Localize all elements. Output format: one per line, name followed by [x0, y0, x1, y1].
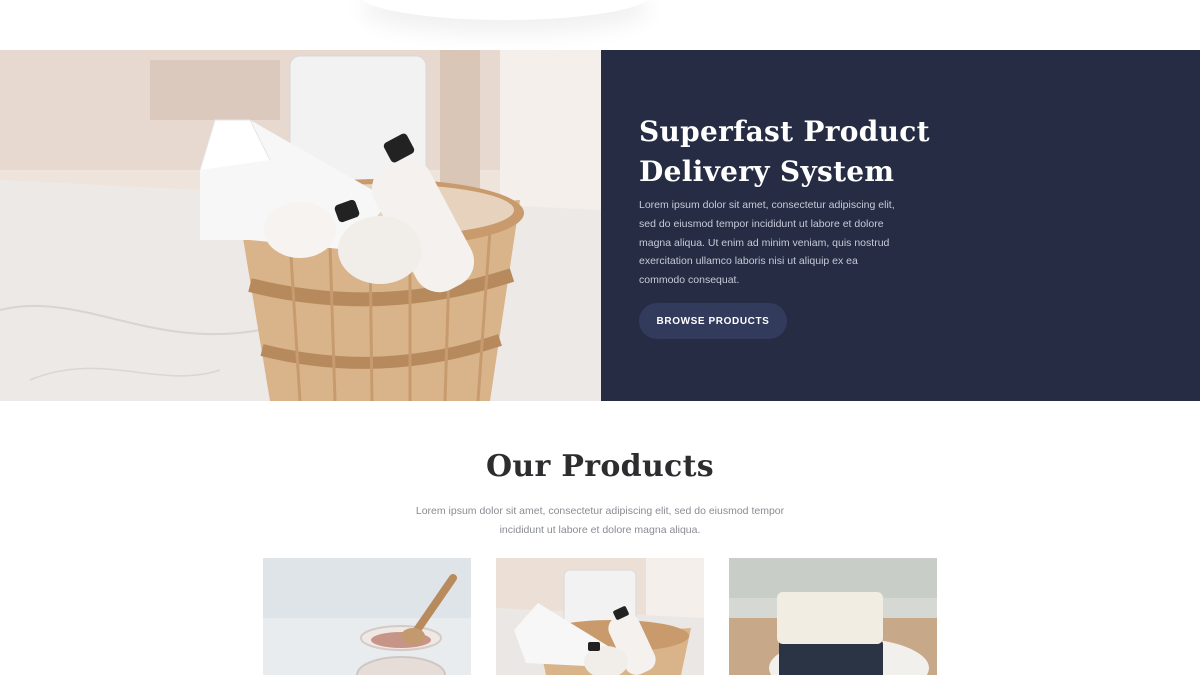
hero-description-line: commodo consequat. — [639, 274, 740, 287]
hero-description-line: Lorem ipsum dolor sit amet, consectetur … — [639, 199, 895, 211]
products-description: Lorem ipsum dolor sit amet, consectetur … — [395, 502, 805, 540]
hero-title: Superfast Product Delivery System — [639, 112, 1059, 192]
hero-section: Superfast Product Delivery System Lorem … — [0, 50, 1200, 401]
hero-title-line: Superfast Product — [639, 115, 930, 148]
hero-description: Lorem ipsum dolor sit amet, consectetur … — [639, 196, 929, 290]
hero-panel: Superfast Product Delivery System Lorem … — [601, 50, 1200, 401]
hero-image — [0, 50, 601, 401]
products-description-line: incididunt ut labore et dolore magna ali… — [499, 524, 701, 536]
hero-description-line: sed do eiusmod tempor incididunt ut labo… — [639, 217, 884, 230]
header-shadow — [360, 0, 650, 20]
hero-title-line: Delivery System — [639, 155, 895, 188]
products-description-line: Lorem ipsum dolor sit amet, consectetur … — [415, 505, 785, 517]
product-card-soap-bars[interactable] — [729, 558, 937, 675]
product-card-gift-basket[interactable] — [496, 558, 704, 675]
products-title: Our Products — [486, 449, 714, 484]
product-card-salt-jar[interactable] — [263, 558, 471, 675]
hero-description-line: exercitation ullamco laboris nisi ut ali… — [639, 255, 858, 268]
browse-products-button[interactable]: BROWSE PRODUCTS — [639, 303, 787, 339]
hero-description-line: magna aliqua. Ut enim ad minim veniam, q… — [639, 236, 890, 249]
